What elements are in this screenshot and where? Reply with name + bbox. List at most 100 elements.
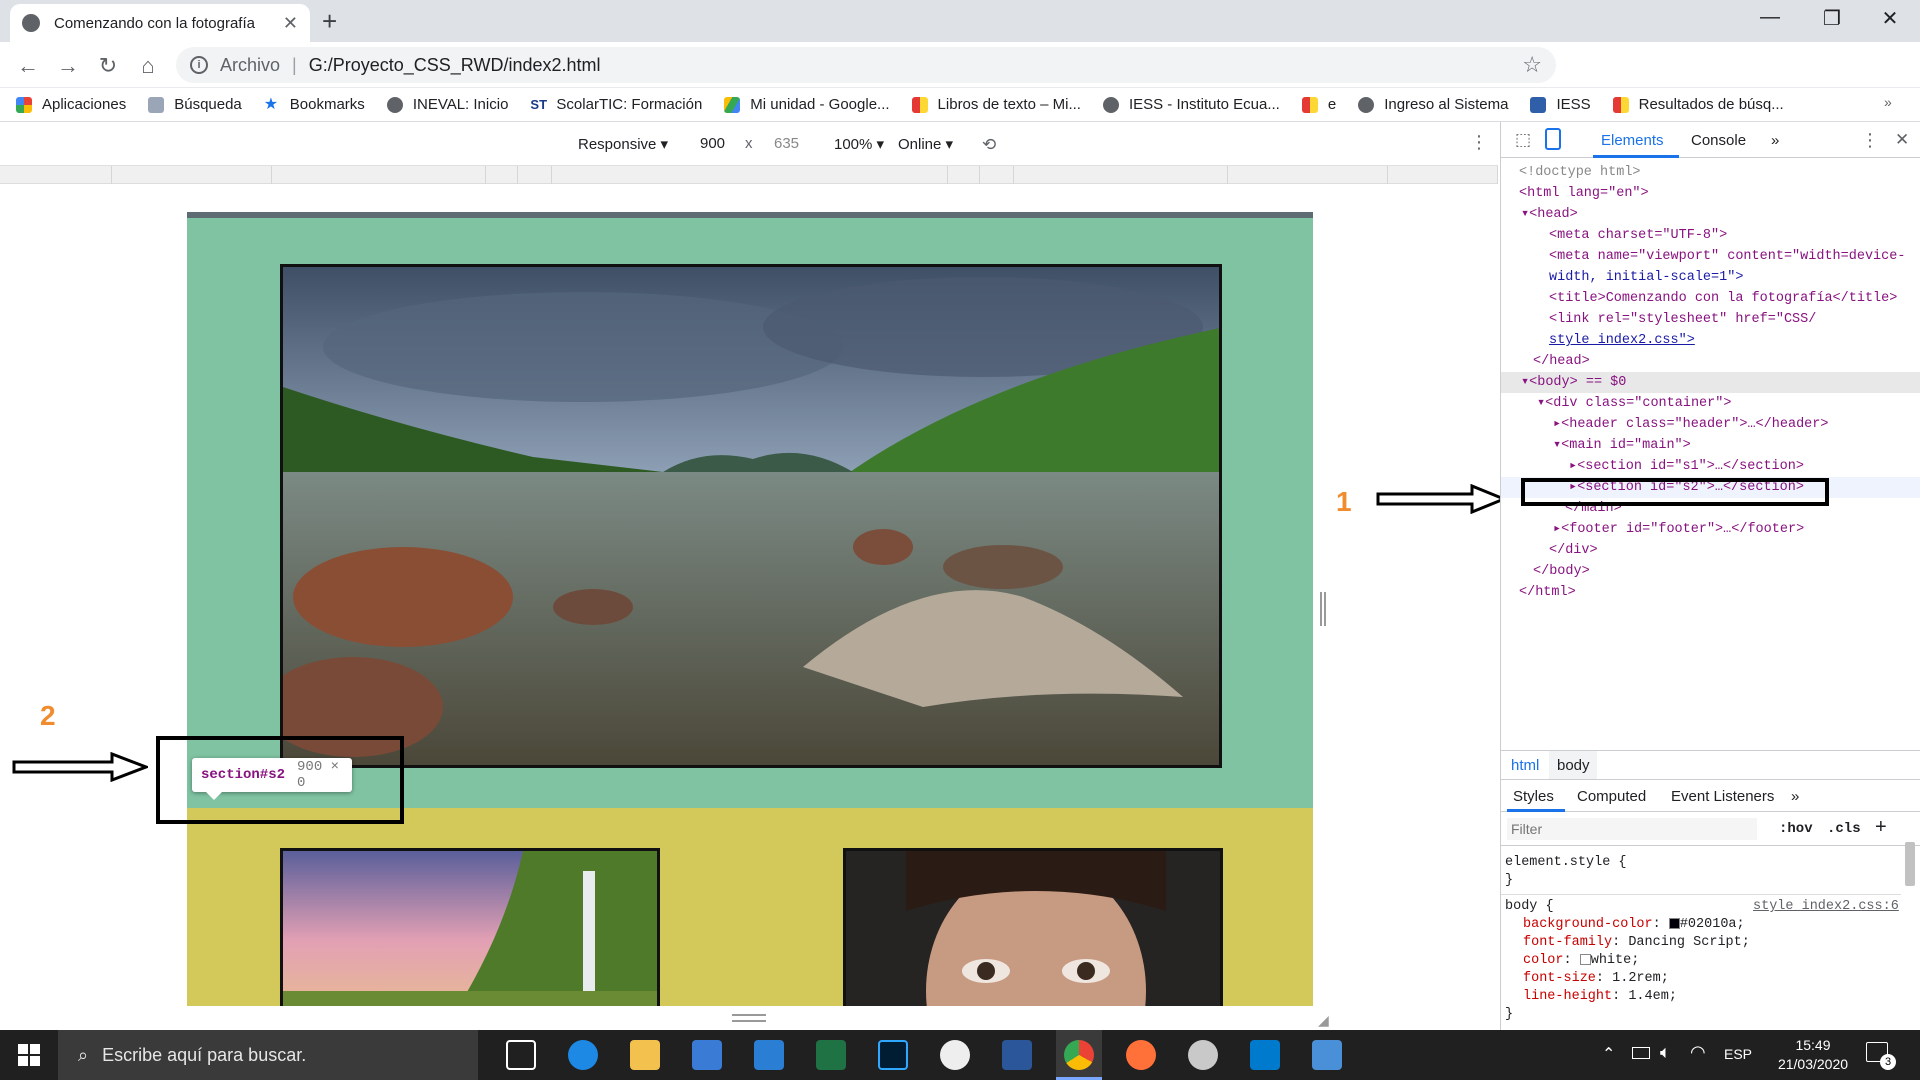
dom-node[interactable]: </div>	[1501, 540, 1920, 561]
bookmark-apps[interactable]: Aplicaciones	[16, 96, 126, 113]
tab-event-listeners[interactable]: Event Listeners	[1671, 788, 1774, 805]
home-icon[interactable]: ⌂	[134, 53, 162, 79]
app-icon[interactable]	[1188, 1040, 1218, 1070]
word-icon[interactable]	[1002, 1040, 1032, 1070]
file-explorer-icon[interactable]	[630, 1040, 660, 1070]
dom-node-selected[interactable]: ▾<body> == $0	[1501, 372, 1920, 393]
devtools-menu-icon[interactable]: ⋮	[1861, 130, 1879, 151]
device-toggle-icon[interactable]	[1545, 128, 1561, 150]
viewport-height-input[interactable]: 635	[774, 135, 799, 152]
windows-start-icon[interactable]	[18, 1044, 40, 1066]
dom-node[interactable]: </body>	[1501, 561, 1920, 582]
address-bar[interactable]: i Archivo | G:/Proyecto_CSS_RWD/index2.h…	[176, 47, 1556, 83]
more-style-tabs[interactable]: »	[1791, 788, 1799, 805]
bookmark-item[interactable]: IESS	[1530, 96, 1591, 113]
photoshop-icon[interactable]	[878, 1040, 908, 1070]
declaration[interactable]: line-height: 1.4em;	[1523, 988, 1677, 1006]
firefox-icon[interactable]	[1126, 1040, 1156, 1070]
more-tabs[interactable]: »	[1771, 132, 1779, 149]
dom-node[interactable]: <html lang="en">	[1501, 183, 1920, 204]
app-icon[interactable]	[940, 1040, 970, 1070]
bookmark-item[interactable]: Resultados de búsq...	[1612, 96, 1784, 113]
styles-filter-input[interactable]	[1507, 818, 1757, 840]
resize-corner-icon[interactable]: ◢	[1318, 1012, 1329, 1029]
bookmark-item[interactable]: IESS - Instituto Ecua...	[1102, 96, 1280, 113]
language-indicator[interactable]: ESP	[1724, 1046, 1752, 1062]
minimize-icon[interactable]: —	[1750, 6, 1790, 29]
zoom-select[interactable]: 100% ▾	[834, 135, 884, 153]
tray-chevron-icon[interactable]: ⌃	[1602, 1044, 1615, 1064]
tab-styles[interactable]: Styles	[1513, 788, 1554, 805]
close-tab-icon[interactable]: ✕	[283, 13, 298, 34]
edge-icon[interactable]	[568, 1040, 598, 1070]
browser-tab[interactable]: Comenzando con la fotografía ✕	[10, 4, 310, 42]
close-devtools-icon[interactable]: ✕	[1895, 130, 1909, 150]
dom-node[interactable]: <meta name="viewport" content="width=dev…	[1501, 246, 1920, 267]
new-rule-button[interactable]: +	[1875, 816, 1887, 839]
rotate-icon[interactable]: ⟲	[982, 135, 996, 155]
tab-console[interactable]: Console	[1691, 132, 1746, 149]
dom-node[interactable]: <!doctype html>	[1501, 162, 1920, 183]
bookmark-star-icon[interactable]: ☆	[1522, 52, 1542, 78]
volume-icon[interactable]: 🔈︎	[1660, 1042, 1671, 1063]
bookmarks-more[interactable]: »	[1884, 94, 1892, 110]
declaration[interactable]: font-family: Dancing Script;	[1523, 934, 1750, 952]
bookmark-item[interactable]: ST ScolarTIC: Formación	[530, 96, 702, 113]
dom-node[interactable]: ▾<main id="main">	[1501, 435, 1920, 456]
color-swatch[interactable]	[1668, 917, 1680, 929]
declaration[interactable]: font-size: 1.2rem;	[1523, 970, 1669, 988]
excel-icon[interactable]	[816, 1040, 846, 1070]
bookmark-item[interactable]: ★ Bookmarks	[264, 96, 365, 113]
dom-node[interactable]: <link rel="stylesheet" href="CSS/	[1501, 309, 1920, 330]
bookmark-item[interactable]: Ingreso al Sistema	[1358, 96, 1508, 113]
declaration[interactable]: color: white;	[1523, 952, 1639, 970]
color-swatch[interactable]	[1579, 953, 1591, 965]
dom-node[interactable]: ▾<div class="container">	[1501, 393, 1920, 414]
url-text[interactable]: G:/Proyecto_CSS_RWD/index2.html	[309, 55, 601, 76]
tab-elements[interactable]: Elements	[1601, 132, 1664, 149]
declaration[interactable]: background-color: #02010a;	[1523, 916, 1745, 934]
tab-computed[interactable]: Computed	[1577, 788, 1646, 805]
bookmark-item[interactable]: Libros de texto – Mi...	[911, 96, 1081, 113]
inspect-icon[interactable]: ⬚	[1515, 130, 1531, 150]
styles-scrollbar[interactable]	[1905, 842, 1915, 886]
dom-node-link[interactable]: style_index2.css">	[1501, 330, 1920, 351]
forward-icon[interactable]: →	[54, 53, 82, 79]
hov-toggle[interactable]: :hov	[1779, 821, 1813, 837]
dom-node[interactable]: </html>	[1501, 582, 1920, 603]
task-view-icon[interactable]	[506, 1040, 536, 1070]
taskbar-search[interactable]: ⌕ Escribe aquí para buscar.	[58, 1030, 478, 1080]
breadcrumb-body[interactable]: body	[1557, 757, 1590, 774]
clock[interactable]: 15:49 21/03/2020	[1776, 1036, 1850, 1074]
network-throttle-select[interactable]: Online ▾	[898, 135, 953, 153]
battery-icon[interactable]	[1632, 1047, 1650, 1059]
dom-node[interactable]: ▸<section id="s1">…</section>	[1501, 456, 1920, 477]
info-icon[interactable]: i	[190, 56, 208, 74]
dom-node[interactable]: ▾<head>	[1501, 204, 1920, 225]
restore-icon[interactable]: ❐	[1812, 6, 1852, 31]
body-rule-selector[interactable]: body {	[1505, 898, 1554, 916]
cls-toggle[interactable]: .cls	[1827, 821, 1861, 837]
dom-node[interactable]: <meta charset="UTF-8">	[1501, 225, 1920, 246]
viewport-width-input[interactable]: 900	[700, 135, 725, 152]
breadcrumb-html[interactable]: html	[1511, 757, 1539, 774]
bookmark-item[interactable]: Búsqueda	[148, 96, 242, 113]
rule-source-link[interactable]: style_index2.css:6	[1753, 898, 1899, 916]
bookmark-item[interactable]: INEVAL: Inicio	[386, 96, 508, 113]
chrome-taskbar-item[interactable]	[1056, 1030, 1102, 1080]
store-icon[interactable]	[692, 1040, 722, 1070]
device-mode-select[interactable]: Responsive ▾	[578, 135, 668, 153]
bookmark-item[interactable]: Mi unidad - Google...	[724, 96, 890, 113]
element-style-rule[interactable]: element.style {	[1505, 854, 1627, 872]
reload-icon[interactable]: ↻	[94, 53, 122, 79]
back-icon[interactable]: ←	[14, 53, 42, 79]
dom-node[interactable]: ▸<footer id="footer">…</footer>	[1501, 519, 1920, 540]
app-icon[interactable]	[1312, 1040, 1342, 1070]
wifi-icon[interactable]: ◠	[1690, 1042, 1706, 1063]
vscode-icon[interactable]	[1250, 1040, 1280, 1070]
resize-handle-right[interactable]	[1320, 592, 1326, 626]
device-menu-icon[interactable]: ⋮	[1470, 132, 1488, 153]
dom-node[interactable]: width, initial-scale=1">	[1501, 267, 1920, 288]
dom-node[interactable]: ▸<header class="header">…</header>	[1501, 414, 1920, 435]
close-window-icon[interactable]: ✕	[1870, 6, 1910, 31]
